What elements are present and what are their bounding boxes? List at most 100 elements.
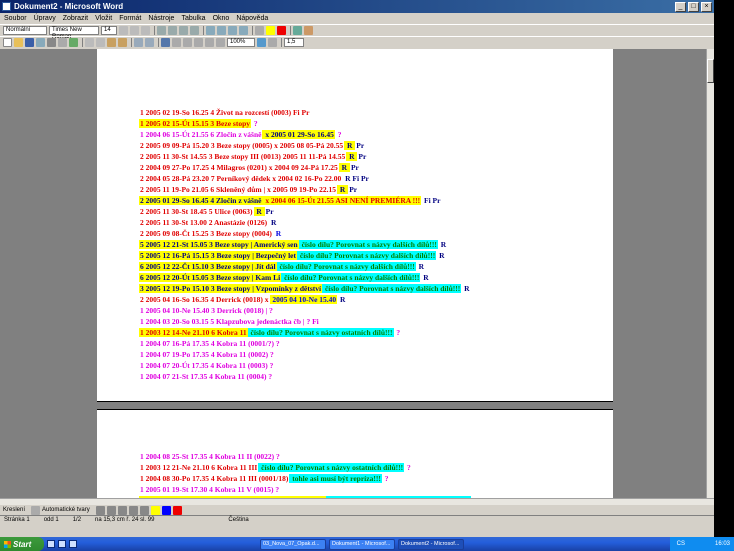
print-preview-icon[interactable] xyxy=(58,38,67,47)
help-icon[interactable] xyxy=(257,38,266,47)
task-dokument1[interactable]: Dokument1 - Microsof... xyxy=(329,538,395,550)
horizontal-scrollbar[interactable] xyxy=(0,498,714,505)
document-line[interactable]: 2 2005 01 29-So 16.45 4 Zločin z vášně x… xyxy=(139,196,441,206)
align-center-icon[interactable] xyxy=(168,26,177,35)
menu-tabulka[interactable]: Tabulka xyxy=(181,15,205,22)
task-opak[interactable]: 03_Nova_07_Opak.d... xyxy=(260,538,326,550)
read-icon[interactable] xyxy=(268,38,277,47)
styles-icon[interactable] xyxy=(293,26,302,35)
save-icon[interactable] xyxy=(25,38,34,47)
word-app-icon[interactable] xyxy=(2,2,11,11)
document-line[interactable]: 1 2003 12 21-Ne 21.10 6 Kobra 11 III čís… xyxy=(139,463,412,473)
arrow-icon[interactable] xyxy=(106,505,116,515)
maximize-button[interactable]: □ xyxy=(688,1,699,12)
document-line[interactable]: 1 2005 01 19-St 17.30 4 Kobra 11 V (0015… xyxy=(139,485,280,495)
document-line[interactable]: 3 2005 12 19-Po 15.10 3 Beze stopy | Vzp… xyxy=(139,284,471,294)
document-line[interactable]: 1 2005 04 10-Ne 15.40 3 Derrick (0018) |… xyxy=(139,306,274,316)
undo-icon[interactable] xyxy=(134,38,143,47)
document-line[interactable]: 1 2005 02 19-So 16.25 4 Život na rozcest… xyxy=(139,108,310,118)
document-line[interactable]: 1 2004 07 21-St 17.35 4 Kobra 11 (0004) … xyxy=(139,372,273,382)
menu-vlozit[interactable]: Vložit xyxy=(95,15,112,22)
document-line[interactable]: 6 2005 12 22-Čt 15.10 3 Beze stopy | Jít… xyxy=(139,262,425,272)
show-hide-icon[interactable] xyxy=(216,38,225,47)
document-line[interactable]: 5 2005 12 21-St 15.05 3 Beze stopy | Ame… xyxy=(139,240,447,250)
menu-upravy[interactable]: Úpravy xyxy=(34,15,56,22)
numbering-icon[interactable] xyxy=(206,26,215,35)
print-icon[interactable] xyxy=(47,38,56,47)
autoshapes-menu[interactable]: Automatické tvary xyxy=(42,507,90,513)
italic-icon[interactable] xyxy=(130,26,139,35)
line-color-icon[interactable] xyxy=(161,505,171,515)
table-icon[interactable] xyxy=(172,38,181,47)
copy-icon[interactable] xyxy=(96,38,105,47)
paste-icon[interactable] xyxy=(107,38,116,47)
document-line[interactable]: 1 2004 07 19-Po 17.35 4 Kobra 11 (0002) … xyxy=(139,350,275,360)
browser-icon[interactable] xyxy=(58,540,66,548)
font-dropdown[interactable]: Times New Roman xyxy=(49,26,99,40)
align-right-icon[interactable] xyxy=(179,26,188,35)
indent-icon[interactable] xyxy=(239,26,248,35)
redo-icon[interactable] xyxy=(145,38,154,47)
minimize-button[interactable]: _ xyxy=(675,1,686,12)
document-line[interactable]: 1 2004 03 20-So 03.15 5 Klapzubova jeden… xyxy=(139,317,320,327)
media-icon[interactable] xyxy=(69,540,77,548)
document-line[interactable]: 1 2003 12 14-Ne 21.10 6 Kobra 11 číslo d… xyxy=(139,328,401,338)
font-color-icon[interactable] xyxy=(277,26,286,35)
document-line[interactable]: 5 2005 12 16-Pá 15.15 3 Beze stopy | Bez… xyxy=(139,251,445,261)
document-line[interactable]: 1 2004 07 20-Út 17.35 4 Kobra 11 (0003) … xyxy=(139,361,274,371)
document-line[interactable]: 6 2005 12 20-Út 15.05 3 Beze stopy | Kam… xyxy=(139,273,430,283)
start-button[interactable]: Start xyxy=(0,537,44,551)
style-dropdown[interactable]: Normální xyxy=(3,26,47,35)
menu-okno[interactable]: Okno xyxy=(213,15,230,22)
document-line[interactable]: 1 2004 08 25-St 17.35 4 Kobra 11 II (002… xyxy=(139,452,281,462)
tray-language[interactable]: CS xyxy=(677,541,685,547)
document-line[interactable]: 2 2005 09 09-Pá 15.20 3 Beze stopy (0005… xyxy=(139,141,365,151)
document-line[interactable]: 2 2004 05 28-Pá 23.20 7 Perníkový dědek … xyxy=(139,174,370,184)
font-size-dropdown[interactable]: 14 xyxy=(101,26,117,35)
task-dokument2[interactable]: Dokument2 - Microsof... xyxy=(398,538,464,550)
oval-icon[interactable] xyxy=(128,505,138,515)
document-line[interactable]: 2 2004 09 27-Po 17.25 4 Milagros (0201) … xyxy=(139,163,360,173)
document-line[interactable]: 1 2005 02 15-Út 15.15 3 Beze stopy ? xyxy=(139,119,259,129)
justify-icon[interactable] xyxy=(190,26,199,35)
bold-icon[interactable] xyxy=(119,26,128,35)
menu-zobrazit[interactable]: Zobrazit xyxy=(63,15,88,22)
line-spacing-dropdown[interactable]: 1,5 xyxy=(284,38,304,47)
underline-icon[interactable] xyxy=(141,26,150,35)
menu-napoveda[interactable]: Nápověda xyxy=(236,15,268,22)
bullets-icon[interactable] xyxy=(217,26,226,35)
permission-icon[interactable] xyxy=(36,38,45,47)
hyperlink-icon[interactable] xyxy=(161,38,170,47)
border-icon[interactable] xyxy=(255,26,264,35)
spelling-icon[interactable] xyxy=(69,38,78,47)
document-page-2[interactable]: 1 2004 08 25-St 17.35 4 Kobra 11 II (002… xyxy=(97,409,613,498)
document-line[interactable]: 2 2005 09 08-Čt 15.25 3 Beze stopy (0004… xyxy=(139,229,282,239)
document-line[interactable]: 1 2004 06 15-Út 21.55 6 Zločin z vášně x… xyxy=(139,130,343,140)
new-document-icon[interactable] xyxy=(3,38,12,47)
menu-soubor[interactable]: Soubor xyxy=(4,15,27,22)
select-objects-icon[interactable] xyxy=(31,505,41,515)
document-page-1[interactable]: 1 2005 02 19-So 16.25 4 Život na rozcest… xyxy=(97,49,613,402)
drawing-icon[interactable] xyxy=(205,38,214,47)
zoom-dropdown[interactable]: 100% xyxy=(227,38,255,47)
outdent-icon[interactable] xyxy=(228,26,237,35)
align-left-icon[interactable] xyxy=(157,26,166,35)
fill-color-icon[interactable] xyxy=(150,505,160,515)
draw-font-color-icon[interactable] xyxy=(172,505,182,515)
textbox-icon[interactable] xyxy=(139,505,149,515)
rectangle-icon[interactable] xyxy=(117,505,127,515)
line-icon[interactable] xyxy=(95,505,105,515)
highlight-icon[interactable] xyxy=(266,26,275,35)
columns-icon[interactable] xyxy=(194,38,203,47)
show-desktop-icon[interactable] xyxy=(47,540,55,548)
draw-menu[interactable]: Kreslení xyxy=(3,507,25,513)
vertical-scrollbar[interactable] xyxy=(706,49,714,498)
menu-format[interactable]: Formát xyxy=(119,15,141,22)
format-painter-icon[interactable] xyxy=(118,38,127,47)
close-button[interactable]: × xyxy=(701,1,712,12)
document-line[interactable]: 2 2005 11 30-St 18.45 5 Ulice (0063) R P… xyxy=(139,207,275,217)
document-line[interactable]: 2 2005 11 19-Po 21.05 6 Skleněný dům | x… xyxy=(139,185,358,195)
document-line[interactable]: 1 2004 07 16-Pá 17.35 4 Kobra 11 (0001/?… xyxy=(139,339,281,349)
menu-nastroje[interactable]: Nástroje xyxy=(148,15,174,22)
document-line[interactable]: 2 2005 04 16-So 16.35 4 Derrick (0018) x… xyxy=(139,295,346,305)
